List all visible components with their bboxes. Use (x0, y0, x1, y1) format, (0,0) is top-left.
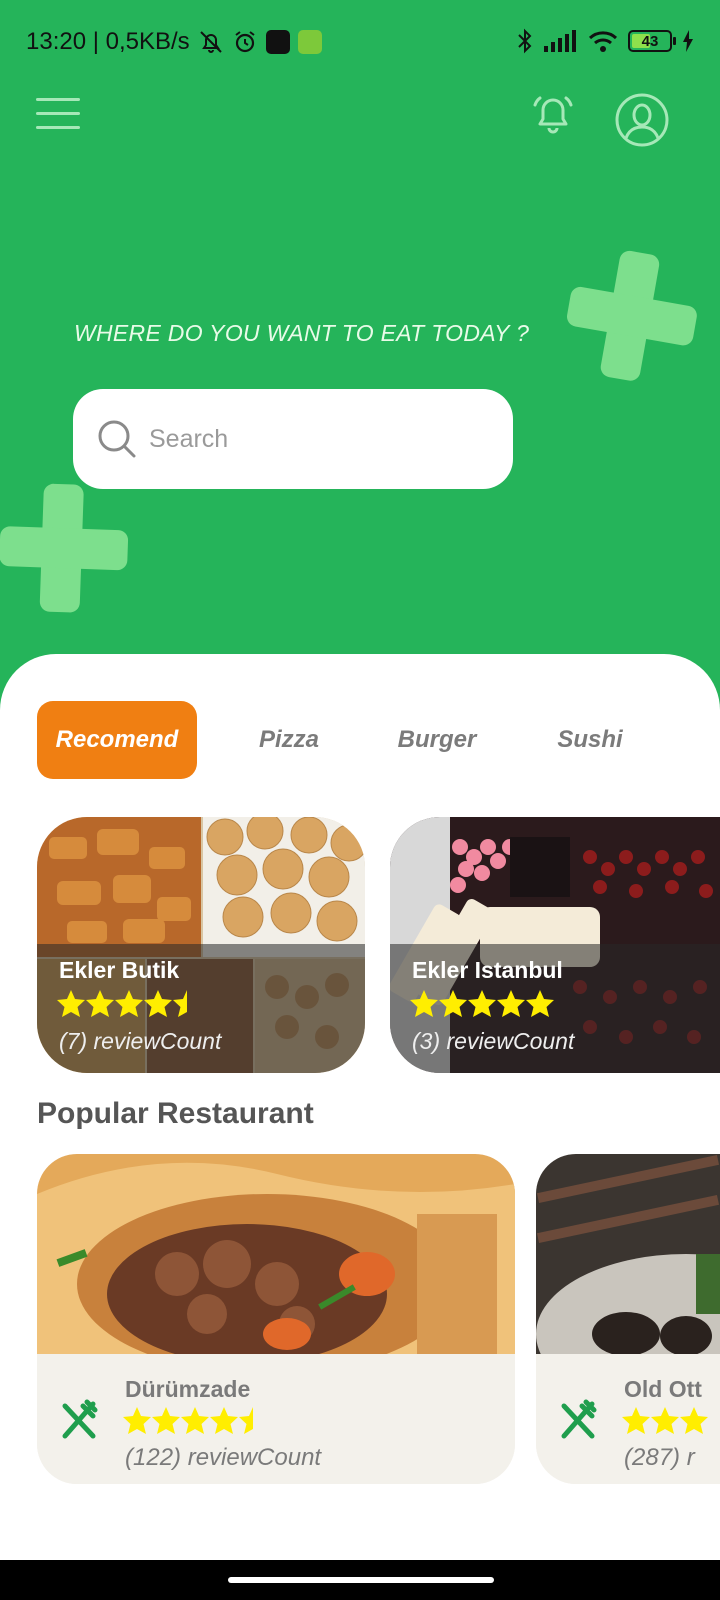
user-profile-icon[interactable] (614, 92, 670, 148)
popular-restaurant-card[interactable]: Dürümzade (122) reviewCount (37, 1154, 515, 1484)
content-sheet: Recomend Pizza Burger Sushi Ekler Butik (0, 654, 720, 1560)
status-time-speed: 13:20 | 0,5KB/s (26, 28, 190, 55)
popular-restaurant-card[interactable]: Old Ott (287) r (536, 1154, 720, 1484)
charging-icon (683, 30, 693, 52)
signal-icon (544, 30, 576, 52)
restaurant-photo (37, 1154, 515, 1354)
battery-indicator: 43 (628, 30, 676, 52)
restaurant-name: Ekler Istanbul (412, 957, 563, 983)
bluetooth-icon (518, 28, 532, 54)
rating-stars (622, 1406, 720, 1441)
home-gesture-handle[interactable] (228, 1577, 494, 1583)
restaurant-name: Ekler Butik (59, 957, 180, 983)
recommended-card[interactable]: Ekler Butik (7) reviewCount (37, 817, 365, 1073)
review-count: (122) reviewCount (125, 1444, 322, 1471)
mute-bell-icon (199, 31, 222, 53)
review-count: (3) reviewCount (412, 1028, 575, 1054)
app-notification-icon (265, 30, 290, 54)
system-nav-bar (0, 1560, 720, 1600)
wifi-icon (588, 31, 618, 52)
restaurant-name: Dürümzade (125, 1376, 251, 1402)
status-bar: 13:20 | 0,5KB/s 43 (0, 0, 720, 86)
battery-level: 43 (641, 32, 659, 50)
category-tabs: Recomend Pizza Burger Sushi (37, 701, 720, 779)
search-bar[interactable] (73, 389, 513, 489)
fork-knife-icon (561, 1399, 597, 1439)
search-icon (98, 420, 136, 458)
hero-header: 13:20 | 0,5KB/s 43 WHERE DO YOU WANT TO … (0, 0, 720, 720)
fork-knife-icon (62, 1399, 98, 1439)
rating-stars (410, 989, 556, 1024)
android-notification-icon (297, 30, 322, 54)
review-count: (287) r (624, 1444, 695, 1471)
status-left: 13:20 | 0,5KB/s (26, 28, 322, 56)
alarm-icon (235, 31, 255, 53)
restaurant-photo (536, 1154, 720, 1354)
tab-recomend[interactable]: Recomend (37, 701, 197, 779)
bell-icon[interactable] (530, 92, 576, 138)
rating-stars (57, 989, 197, 1024)
tab-pizza[interactable]: Pizza (219, 701, 359, 779)
section-title: Popular Restaurant (37, 1097, 314, 1130)
hero-question: WHERE DO YOU WANT TO EAT TODAY ? (74, 320, 530, 346)
tab-sushi[interactable]: Sushi (520, 701, 660, 779)
review-count: (7) reviewCount (59, 1028, 222, 1054)
rating-stars (123, 1406, 263, 1441)
tab-burger[interactable]: Burger (367, 701, 507, 779)
recommended-card[interactable]: Ekler Istanbul (3) reviewCount (390, 817, 720, 1073)
status-right: 43 (516, 28, 694, 54)
restaurant-name: Old Ott (624, 1376, 702, 1402)
hamburger-menu-icon[interactable] (36, 96, 80, 132)
search-input[interactable] (149, 424, 479, 454)
